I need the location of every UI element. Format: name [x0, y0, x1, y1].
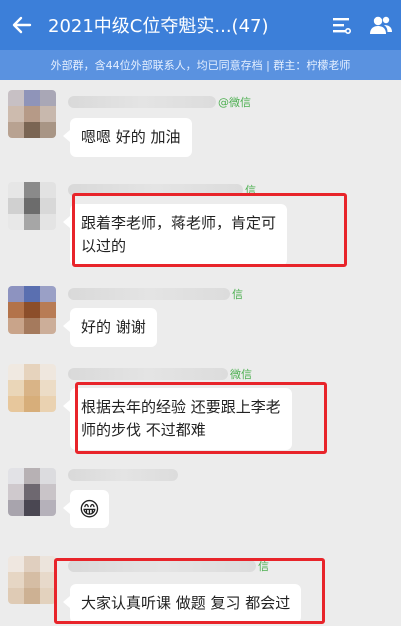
menu-button[interactable]	[321, 0, 361, 50]
wechat-tag: 信	[258, 560, 269, 573]
group-title[interactable]: 2021中级C位夺魁实...(47)	[44, 12, 321, 38]
chat-area[interactable]: @微信 嗯嗯 好的 加油 信 跟着李老师，蒋老师，肯定可 以过的 信 好的 谢谢…	[0, 80, 401, 626]
members-button[interactable]	[361, 0, 401, 50]
archive-notice: 外部群，含44位外部联系人，均已同意存档 | 群主：柠檬老师	[0, 50, 401, 80]
message-bubble[interactable]: 好的 谢谢	[63, 308, 157, 347]
avatar[interactable]	[8, 364, 56, 412]
avatar[interactable]	[8, 182, 56, 230]
message-text: 根据去年的经验 还要跟上李老	[81, 398, 281, 416]
message-text: 跟着李老师，蒋老师，肯定可	[81, 214, 277, 232]
wechat-tag: 信	[245, 184, 256, 197]
message-bubble[interactable]: 根据去年的经验 还要跟上李老 师的步伐 不过都难	[63, 388, 292, 450]
wechat-tag: @微信	[218, 96, 251, 109]
wechat-tag: 微信	[230, 368, 252, 381]
sender-name: 信	[68, 558, 269, 574]
chat-header: 2021中级C位夺魁实...(47)	[0, 0, 401, 50]
sender-name: 信	[68, 286, 243, 302]
avatar[interactable]	[8, 556, 56, 604]
message-bubble[interactable]: 跟着李老师，蒋老师，肯定可 以过的	[62, 204, 288, 266]
avatar[interactable]	[8, 286, 56, 334]
list-menu-icon	[333, 18, 352, 35]
avatar[interactable]	[8, 468, 56, 516]
sender-name: 微信	[68, 366, 252, 382]
sender-name: @微信	[68, 94, 251, 110]
group-members-icon	[370, 16, 392, 34]
message-bubble[interactable]: 大家认真听课 做题 复习 都会过	[62, 584, 302, 623]
message-text: 好的 谢谢	[81, 318, 146, 336]
message-text: 以过的	[81, 237, 127, 255]
back-button[interactable]	[0, 0, 44, 50]
grin-emoji: 😁	[79, 497, 100, 521]
arrow-left-icon	[12, 16, 32, 34]
message-text: 大家认真听课 做题 复习 都会过	[81, 594, 291, 612]
avatar[interactable]	[8, 90, 56, 138]
wechat-tag: 信	[232, 288, 243, 301]
sender-name	[68, 468, 180, 484]
emoji-bubble[interactable]: 😁	[63, 490, 109, 528]
message-bubble[interactable]: 嗯嗯 好的 加油	[63, 118, 192, 157]
sender-name: 信	[68, 182, 256, 198]
message-text: 嗯嗯 好的 加油	[81, 128, 181, 146]
archive-notice-text: 外部群，含44位外部联系人，均已同意存档 | 群主：柠檬老师	[50, 59, 351, 72]
message-text: 师的步伐 不过都难	[81, 421, 206, 439]
